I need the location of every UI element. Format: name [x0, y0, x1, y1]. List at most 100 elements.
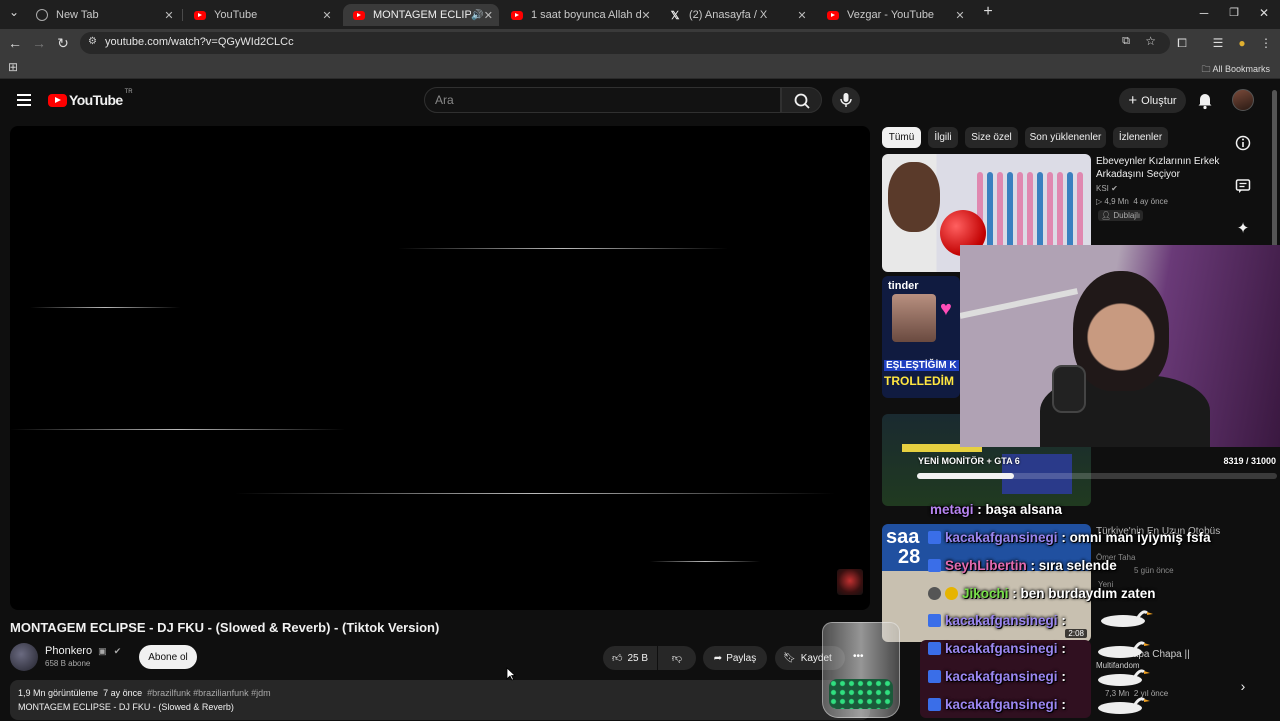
apps-grid-icon[interactable]: ⊞ — [8, 60, 18, 74]
tab-youtube[interactable]: YouTube ✕ — [184, 4, 340, 26]
address-bar[interactable]: ⚙ youtube.com/watch?v=QGyWId2CLCc ⧉ ☆ — [80, 32, 1170, 54]
bookmark-star-icon[interactable]: ☆ — [1145, 34, 1156, 48]
gift-badge-icon — [945, 587, 958, 600]
tab-title: New Tab — [56, 9, 99, 21]
voice-search-button[interactable] — [832, 87, 860, 113]
like-button[interactable]: 👍︎ 25 B — [603, 646, 657, 670]
dislike-button[interactable]: 👎︎ — [658, 646, 696, 670]
new-tab-button[interactable]: + — [976, 3, 1000, 21]
chip-recently-uploaded[interactable]: Son yüklenenler — [1025, 127, 1106, 148]
close-icon[interactable]: ✕ — [162, 9, 176, 22]
account-avatar[interactable] — [1232, 89, 1254, 111]
donation-goal: YENİ MONİTÖR + GTA 6 8319 / 31000 — [905, 455, 1280, 479]
subscribe-button[interactable]: Abone ol — [139, 645, 197, 669]
window-close-button[interactable]: ✕ — [1252, 6, 1276, 20]
chip-all[interactable]: Tümü — [882, 127, 921, 148]
more-options-icon[interactable]: ••• — [853, 651, 864, 662]
hamburger-menu-icon[interactable] — [17, 94, 31, 106]
thumbnail-face — [888, 162, 940, 232]
tab-allah-video[interactable]: 1 saat boyunca Allah diyen Bim ✕ — [501, 4, 657, 26]
subscriber-badge-icon — [928, 614, 941, 627]
view-count: 1,9 Mn görüntüleme — [18, 688, 99, 698]
restore-button[interactable]: ❐ — [1222, 6, 1246, 19]
chat-icon[interactable] — [1233, 176, 1253, 196]
share-button[interactable]: ➦ Paylaş — [703, 646, 767, 670]
notifications-bell-icon[interactable] — [1196, 90, 1214, 110]
channel-text: KSI — [1096, 184, 1109, 193]
profile-icon[interactable]: ● — [1234, 35, 1250, 51]
reading-list-icon[interactable]: ☰ — [1210, 35, 1226, 51]
goal-label: YENİ MONİTÖR + GTA 6 — [918, 456, 1020, 466]
channel-avatar[interactable] — [10, 643, 38, 671]
description-box[interactable]: 1,9 Mn görüntüleme 7 ay önce #brazilfunk… — [10, 680, 870, 720]
tab-x-home[interactable]: 𝕏 (2) Anasayfa / X ✕ — [659, 4, 815, 26]
back-icon[interactable]: ← — [7, 35, 23, 51]
forward-icon[interactable]: → — [31, 35, 47, 51]
recommendation-thumbnail[interactable]: tinder ♥ EŞLEŞTİĞİM K TROLLEDİM — [882, 276, 960, 398]
tinder-logo: tinder — [888, 280, 919, 292]
chip-watched[interactable]: İzlenenler — [1113, 127, 1168, 148]
channel-watermark[interactable] — [837, 569, 863, 595]
description-text: MONTAGEM ECLIPSE - DJ FKU - (Slowed & Re… — [18, 702, 234, 712]
streamer-head — [1073, 271, 1169, 391]
thumbnail-number: 28 — [898, 546, 921, 568]
chat-separator: : — [1057, 530, 1070, 545]
video-player[interactable] — [10, 126, 870, 610]
chip-for-you[interactable]: Size özel — [965, 127, 1018, 148]
close-icon[interactable]: ✕ — [320, 9, 334, 22]
close-icon[interactable]: ✕ — [953, 9, 967, 22]
streamer-webcam — [960, 245, 1280, 447]
speaker-icon[interactable]: 🔊 — [471, 10, 483, 21]
create-button[interactable]: + Oluştur — [1119, 88, 1186, 113]
chat-message: kacakafgansinegi : omni man iyiymiş fsfa — [928, 530, 1211, 545]
create-label: Oluştur — [1141, 94, 1177, 107]
chevron-right-icon[interactable]: › — [1233, 678, 1253, 698]
play-icon: ▷ — [1096, 197, 1103, 206]
badge-text: Dublajlı — [1113, 211, 1141, 220]
thumbnail-face — [892, 294, 936, 342]
plus-icon: + — [1128, 92, 1138, 109]
cast-icon[interactable]: ⧉ — [1122, 35, 1130, 48]
channel-name[interactable]: Phonkero ▣ ✔ — [45, 645, 121, 657]
bookmark-icon: 🔖︎ — [783, 652, 796, 664]
recommendation-channel[interactable]: KSI ✔ — [1096, 184, 1118, 193]
extensions-icon[interactable]: ⧠ — [1174, 35, 1190, 51]
tab-title: 1 saat boyunca Allah diyen Bim — [531, 9, 641, 21]
chat-username: metagi — [930, 502, 974, 517]
video-title: MONTAGEM ECLIPSE - DJ FKU - (Slowed & Re… — [10, 620, 440, 635]
tab-montagem-eclipse[interactable]: MONTAGEM ECLIPSE - DJ F 🔊 ✕ — [343, 4, 499, 26]
video-frame-streak — [235, 493, 835, 494]
site-info-icon[interactable]: ⚙ — [88, 36, 97, 47]
youtube-logo[interactable]: YouTube TR — [48, 89, 133, 108]
chat-separator: : — [1008, 586, 1021, 601]
info-icon[interactable] — [1233, 133, 1253, 153]
close-icon[interactable]: ✕ — [795, 9, 809, 22]
bookmarks-bar: ⊞ 🗀 All Bookmarks — [0, 57, 1280, 79]
chip-related[interactable]: İlgili — [928, 127, 958, 148]
hashtags[interactable]: #brazilfunk #brazilianfunk #jdm — [147, 688, 271, 698]
search-input[interactable] — [435, 93, 765, 107]
chat-username: kacakafgansinegi — [945, 697, 1058, 712]
close-icon[interactable]: ✕ — [641, 9, 651, 22]
tab-new-tab[interactable]: New Tab ✕ — [26, 4, 183, 26]
subscriber-count: 658 B abone — [45, 659, 91, 668]
chat-username: kacakafgansinegi — [945, 530, 1058, 545]
chat-separator: : — [1057, 697, 1066, 712]
tab-title: MONTAGEM ECLIPSE - DJ F — [373, 9, 472, 21]
tab-title: (2) Anasayfa / X — [689, 9, 768, 21]
all-bookmarks-button[interactable]: 🗀 All Bookmarks — [1201, 62, 1270, 78]
tab-search-icon[interactable]: ⌄ — [2, 5, 26, 19]
minimize-button[interactable]: ─ — [1192, 6, 1216, 20]
search-button[interactable] — [781, 87, 822, 113]
menu-icon[interactable]: ⋮ — [1258, 35, 1274, 51]
chat-text: sıra selende — [1038, 558, 1117, 573]
globe-icon — [36, 9, 48, 21]
recommendation-stats: ▷ 4,9 Mn 4 ay önce — [1096, 197, 1168, 206]
tab-vezgar[interactable]: Vezgar - YouTube ✕ — [817, 4, 973, 26]
close-icon[interactable]: ✕ — [484, 9, 493, 22]
sparkle-icon[interactable]: ✦ — [1233, 219, 1253, 239]
chat-message: kacakafgansinegi : — [928, 641, 1066, 656]
recommendation-age: 5 gün önce — [1134, 566, 1174, 575]
reload-icon[interactable]: ↻ — [55, 35, 71, 51]
recommendation-title[interactable]: Ebeveynler Kızlarının Erkek Arkadaşını S… — [1096, 155, 1226, 181]
